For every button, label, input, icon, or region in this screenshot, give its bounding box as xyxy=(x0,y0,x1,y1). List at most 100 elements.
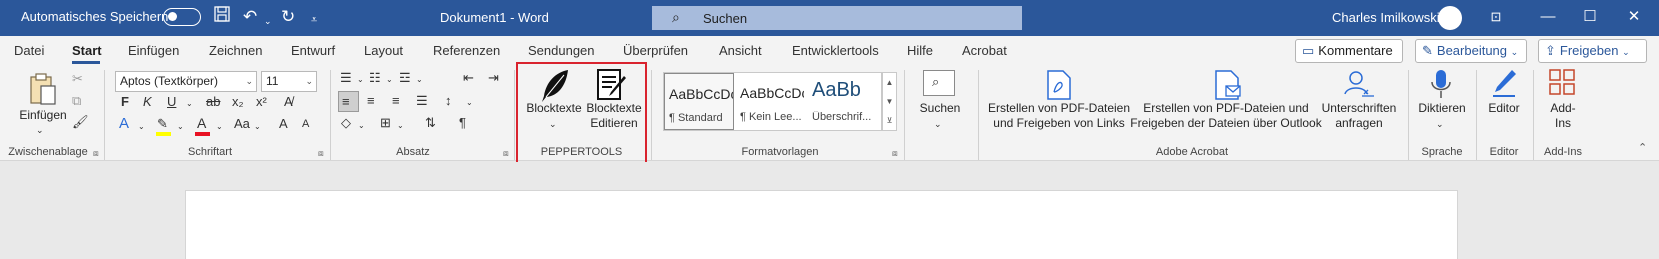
editing-button[interactable]: ✎ Bearbeitung ⌄ xyxy=(1415,39,1527,63)
sort-icon[interactable]: ⇅ xyxy=(425,115,436,131)
tab-einfuegen[interactable]: Einfügen xyxy=(128,43,179,58)
tab-hilfe[interactable]: Hilfe xyxy=(907,43,933,58)
paste-dropdown-icon[interactable]: ⌄ xyxy=(36,122,44,138)
editor-pen-icon[interactable] xyxy=(1490,68,1518,103)
font-color-dropdown-icon[interactable]: ⌄ xyxy=(216,119,223,135)
editor-button[interactable]: Editor xyxy=(1479,101,1529,116)
align-center-icon[interactable]: ≡ xyxy=(367,93,375,109)
scroll-down-icon[interactable]: ▼ xyxy=(883,92,896,111)
highlight-dropdown-icon[interactable]: ⌄ xyxy=(177,119,184,135)
tab-entwurf[interactable]: Entwurf xyxy=(291,43,335,58)
bullets-dropdown-icon[interactable]: ⌄ xyxy=(357,72,364,88)
text-effects-dropdown-icon[interactable]: ⌄ xyxy=(138,119,145,135)
share-button[interactable]: ⇪ Freigeben ⌄ xyxy=(1538,39,1647,63)
request-signatures-button[interactable]: Unterschriften anfragen xyxy=(1316,101,1402,131)
style-standard[interactable]: AaBbCcDc ¶ Standard xyxy=(664,73,734,130)
addins-grid-icon[interactable] xyxy=(1548,68,1576,99)
document-page[interactable] xyxy=(185,190,1458,259)
shading-icon[interactable]: ◇ xyxy=(341,115,351,131)
style-heading[interactable]: AaBb Überschrif... xyxy=(808,73,878,130)
clipboard-paste-icon[interactable] xyxy=(28,72,58,109)
style-no-spacing[interactable]: AaBbCcDc ¶ Kein Lee... xyxy=(736,73,806,130)
grow-font-button[interactable]: A xyxy=(279,116,288,132)
create-pdf-share-links-button[interactable]: Erstellen von PDF-Dateien und Freigeben … xyxy=(982,101,1136,131)
change-case-dropdown-icon[interactable]: ⌄ xyxy=(254,119,261,135)
save-icon[interactable] xyxy=(214,6,230,28)
scroll-up-icon[interactable]: ▲ xyxy=(883,73,896,92)
tab-start[interactable]: Start xyxy=(72,43,102,58)
pdf-outlook-icon[interactable] xyxy=(1214,70,1242,103)
tab-ueberpruefen[interactable]: Überprüfen xyxy=(623,43,688,58)
more-styles-icon[interactable]: ⊻ xyxy=(883,111,896,130)
signature-request-icon[interactable] xyxy=(1342,70,1376,103)
decrease-indent-icon[interactable]: ⇤ xyxy=(463,70,474,86)
superscript-button[interactable]: x² xyxy=(256,94,267,110)
redo-icon[interactable]: ↻ xyxy=(281,6,295,28)
subscript-button[interactable]: x₂ xyxy=(232,94,244,110)
undo-icon[interactable]: ↶ xyxy=(243,6,257,28)
styles-launcher-icon[interactable]: ⧈ xyxy=(892,148,898,159)
align-right-icon[interactable]: ≡ xyxy=(392,93,400,109)
comments-button[interactable]: ▭ Kommentare xyxy=(1295,39,1403,63)
user-name[interactable]: Charles Imilkowski xyxy=(1332,10,1440,25)
strikethrough-button[interactable]: ab xyxy=(206,94,220,110)
tab-datei[interactable]: Datei xyxy=(14,43,44,58)
tab-acrobat[interactable]: Acrobat xyxy=(962,43,1007,58)
numbering-icon[interactable]: ☷ xyxy=(369,70,381,86)
pdf-link-icon[interactable] xyxy=(1046,70,1072,103)
paste-button[interactable]: Einfügen xyxy=(17,108,69,123)
font-size-select[interactable]: 11 ⌄ xyxy=(261,71,317,92)
shrink-font-button[interactable]: A xyxy=(302,116,309,132)
tab-sendungen[interactable]: Sendungen xyxy=(528,43,595,58)
format-painter-icon[interactable]: 🖌 xyxy=(72,114,89,130)
ribbon-display-icon[interactable]: ⊡ xyxy=(1484,6,1508,28)
paragraph-launcher-icon[interactable]: ⧈ xyxy=(503,148,509,159)
tab-referenzen[interactable]: Referenzen xyxy=(433,43,500,58)
clipboard-launcher-icon[interactable]: ⧈ xyxy=(93,148,99,159)
styles-scroll[interactable]: ▲ ▼ ⊻ xyxy=(882,72,897,131)
minimize-icon[interactable]: — xyxy=(1536,6,1560,28)
microphone-icon[interactable] xyxy=(1428,68,1454,103)
create-pdf-share-outlook-button[interactable]: Erstellen von PDF-Dateien und Freigeben … xyxy=(1128,101,1324,131)
text-effects-button[interactable]: A xyxy=(119,116,129,132)
tab-entwicklertools[interactable]: Entwicklertools xyxy=(792,43,879,58)
underline-button[interactable]: U xyxy=(167,94,176,110)
copy-icon[interactable]: ⧉ xyxy=(72,93,81,109)
tab-layout[interactable]: Layout xyxy=(364,43,403,58)
bullets-icon[interactable]: ☰ xyxy=(340,70,352,86)
undo-dropdown-icon[interactable]: ⌄ xyxy=(264,10,272,32)
numbering-dropdown-icon[interactable]: ⌄ xyxy=(386,72,393,88)
search-ribbon-label[interactable]: Suchen xyxy=(910,101,970,116)
search-dropdown-icon[interactable]: ⌄ xyxy=(934,116,942,132)
collapse-ribbon-icon[interactable]: ⌃ xyxy=(1638,141,1647,154)
avatar[interactable] xyxy=(1438,6,1462,30)
multilevel-list-icon[interactable]: ☲ xyxy=(399,70,411,86)
justify-icon[interactable]: ☰ xyxy=(416,93,428,109)
italic-button[interactable]: K xyxy=(143,94,152,110)
align-left-button[interactable]: ≡ xyxy=(338,91,359,112)
bold-button[interactable]: F xyxy=(121,94,129,110)
maximize-icon[interactable]: ☐ xyxy=(1578,6,1602,28)
multilevel-dropdown-icon[interactable]: ⌄ xyxy=(416,72,423,88)
line-spacing-dropdown-icon[interactable]: ⌄ xyxy=(466,95,473,111)
autosave-toggle[interactable] xyxy=(163,8,201,26)
font-color-button[interactable]: A xyxy=(197,115,206,131)
search-ribbon-button[interactable]: ⌕ xyxy=(923,70,955,96)
underline-dropdown-icon[interactable]: ⌄ xyxy=(186,96,193,112)
font-name-select[interactable]: Aptos (Textkörper) ⌄ xyxy=(115,71,257,92)
dictate-dropdown-icon[interactable]: ⌄ xyxy=(1436,116,1444,132)
clear-formatting-icon[interactable]: A̸ xyxy=(284,94,293,110)
cut-icon[interactable]: ✂ xyxy=(72,71,83,87)
borders-icon[interactable]: ⊞ xyxy=(380,115,391,131)
line-spacing-icon[interactable]: ↕ xyxy=(445,93,452,109)
font-launcher-icon[interactable]: ⧈ xyxy=(318,148,324,159)
customize-qat-icon[interactable]: ⩡ xyxy=(311,9,317,31)
show-formatting-button[interactable]: ¶ xyxy=(459,115,466,131)
tab-ansicht[interactable]: Ansicht xyxy=(719,43,762,58)
highlight-pen-icon[interactable]: ✎ xyxy=(157,116,168,132)
close-icon[interactable]: ✕ xyxy=(1622,6,1646,28)
borders-dropdown-icon[interactable]: ⌄ xyxy=(397,118,404,134)
shading-dropdown-icon[interactable]: ⌄ xyxy=(358,118,365,134)
addins-button[interactable]: Add- Ins xyxy=(1537,101,1589,131)
dictate-button[interactable]: Diktieren xyxy=(1412,101,1472,116)
